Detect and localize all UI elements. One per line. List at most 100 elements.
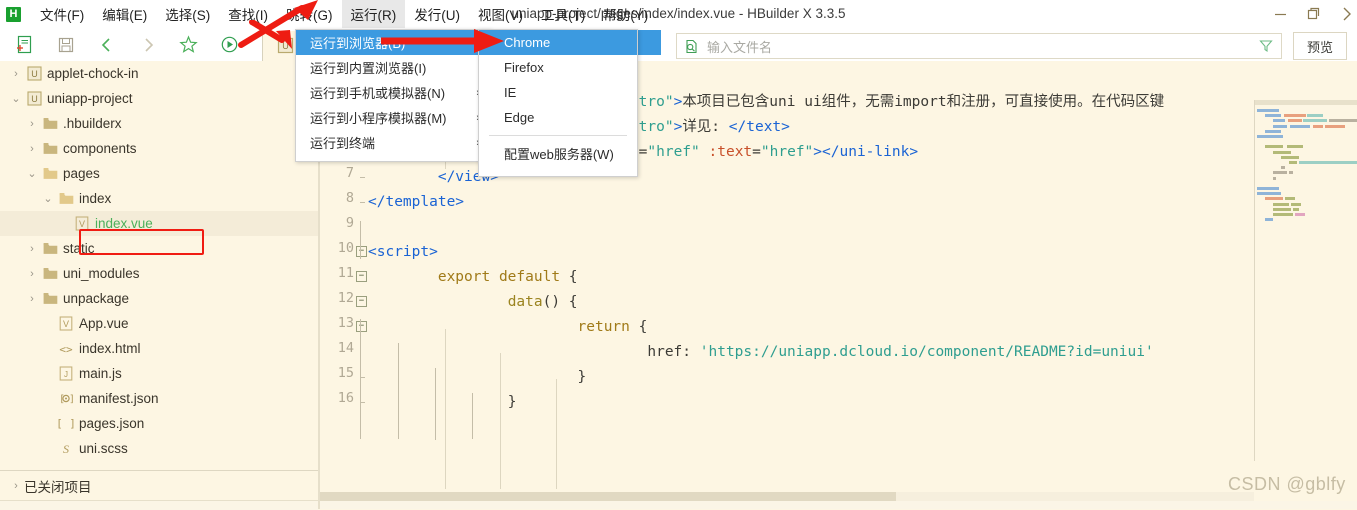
code-line[interactable]: </template> xyxy=(368,190,464,215)
minimap-line xyxy=(1290,124,1310,128)
chevron-down-icon[interactable]: ⌄ xyxy=(40,192,56,205)
browser-menu-item-1[interactable]: Firefox xyxy=(479,55,637,80)
menu-view[interactable]: 视图(V) xyxy=(469,0,532,28)
line-number: 12 xyxy=(337,290,354,306)
tree-item--hbuilderx[interactable]: › .hbuilderx xyxy=(0,111,318,136)
minimap-line xyxy=(1257,187,1279,190)
editor-scroll-thumb[interactable] xyxy=(320,492,896,501)
tree-item-components[interactable]: › components xyxy=(0,136,318,161)
star-icon[interactable] xyxy=(168,28,209,61)
close-icon[interactable] xyxy=(1331,0,1357,28)
code-minimap[interactable] xyxy=(1254,100,1357,461)
chevron-down-icon[interactable]: ⌄ xyxy=(24,167,40,180)
tree-item-main-js[interactable]: Jmain.js xyxy=(0,361,318,386)
tree-item-label: App.vue xyxy=(79,316,129,331)
fold-collapse-icon[interactable]: − xyxy=(356,296,367,307)
menu-edit[interactable]: 编辑(E) xyxy=(93,0,156,28)
code-line[interactable]: } xyxy=(368,365,587,390)
code-line[interactable]: export default { xyxy=(368,265,578,290)
chevron-down-icon[interactable]: ⌄ xyxy=(8,92,24,105)
chevron-right-icon[interactable]: › xyxy=(24,118,40,130)
run-menu-item-1[interactable]: 运行到内置浏览器(I) xyxy=(296,55,490,80)
tree-item-manifest-json[interactable]: [] manifest.json xyxy=(0,386,318,411)
menu-goto[interactable]: 跳转(G) xyxy=(277,0,342,28)
run-menu-item-3[interactable]: 运行到小程序模拟器(M)› xyxy=(296,105,490,130)
preview-button[interactable]: 预览 xyxy=(1293,32,1347,60)
menu-find[interactable]: 查找(I) xyxy=(219,0,277,28)
back-arrow-icon[interactable] xyxy=(86,28,127,61)
tree-item-label: uni_modules xyxy=(63,266,140,281)
svg-text:<>: <> xyxy=(59,343,73,356)
tree-item-label: applet-chock-in xyxy=(47,66,139,81)
code-token: > xyxy=(673,119,683,135)
svg-text:U: U xyxy=(282,41,289,51)
tree-item-index-vue[interactable]: Vindex.vue xyxy=(0,211,318,236)
browser-menu-item-4[interactable]: 配置web服务器(W) xyxy=(479,141,637,166)
tree-item-uni-modules[interactable]: › uni_modules xyxy=(0,261,318,286)
browser-menu-item-3[interactable]: Edge xyxy=(479,105,637,130)
code-token: <script> xyxy=(368,244,438,260)
run-icon[interactable] xyxy=(209,28,250,61)
new-file-icon[interactable] xyxy=(4,28,45,61)
closed-projects-row[interactable]: › 已关闭项目 xyxy=(0,470,318,501)
forward-arrow-icon[interactable] xyxy=(127,28,168,61)
run-menu-item-2[interactable]: 运行到手机或模拟器(N)› xyxy=(296,80,490,105)
folder-open-icon xyxy=(56,192,76,205)
maximize-icon[interactable] xyxy=(1297,0,1331,28)
tree-item-unpackage[interactable]: › unpackage xyxy=(0,286,318,311)
run-menu-item-4[interactable]: 运行到终端› xyxy=(296,130,490,155)
menu-help[interactable]: 帮助(Y) xyxy=(594,0,657,28)
run-to-browser-submenu[interactable]: Chrome Firefox IE Edge 配置web服务器(W) xyxy=(478,29,638,177)
chevron-right-icon[interactable]: › xyxy=(24,293,40,305)
menu-tools[interactable]: 工具(T) xyxy=(532,0,594,28)
tree-item-app-vue[interactable]: V App.vue xyxy=(0,311,318,336)
menu-file[interactable]: 文件(F) xyxy=(31,0,93,28)
code-token: data xyxy=(507,294,543,310)
tree-item-uniapp-project[interactable]: ⌄ Uuniapp-project xyxy=(0,86,318,111)
tree-item-index[interactable]: ⌄ index xyxy=(0,186,318,211)
browser-menu-item-0[interactable]: Chrome xyxy=(479,30,637,55)
code-line[interactable]: <script> xyxy=(368,240,438,265)
minimize-icon[interactable] xyxy=(1263,0,1297,28)
run-menu-dropdown[interactable]: 运行到浏览器(B)›运行到内置浏览器(I)运行到手机或模拟器(N)›运行到小程序… xyxy=(295,29,661,162)
menu-publish[interactable]: 发行(U) xyxy=(405,0,469,28)
minimap-line xyxy=(1273,171,1287,175)
code-line[interactable]: data() { xyxy=(368,290,578,315)
filter-icon[interactable] xyxy=(1259,39,1273,56)
tree-item-pages-json[interactable]: [ ] pages.json xyxy=(0,411,318,436)
chevron-right-icon[interactable]: › xyxy=(8,68,24,80)
tree-item-uni-scss[interactable]: Suni.scss xyxy=(0,436,318,461)
code-line[interactable]: return { xyxy=(368,315,648,340)
fold-collapse-icon[interactable]: − xyxy=(356,246,367,257)
tree-item-index-html[interactable]: <> index.html xyxy=(0,336,318,361)
minimap-line xyxy=(1265,145,1283,149)
code-token: > xyxy=(673,94,683,110)
tree-item-label: index.vue xyxy=(95,216,153,231)
file-search-box[interactable]: 输入文件名 xyxy=(676,33,1282,59)
fold-collapse-icon[interactable]: − xyxy=(356,271,367,282)
tree-item-static[interactable]: › static xyxy=(0,236,318,261)
tree-item-pages[interactable]: ⌄ pages xyxy=(0,161,318,186)
chevron-right-icon[interactable]: › xyxy=(24,143,40,155)
fold-collapse-icon[interactable]: − xyxy=(356,321,367,332)
project-tree-panel[interactable]: › Uapplet-chock-in ⌄ Uuniapp-project › .hbuil… xyxy=(0,61,318,470)
menu-run[interactable]: 运行(R) xyxy=(341,0,406,28)
line-number: 9 xyxy=(345,215,354,231)
browser-menu-item-2[interactable]: IE xyxy=(479,80,637,105)
search-input[interactable]: 输入文件名 xyxy=(707,37,772,56)
minimap-line xyxy=(1265,197,1283,201)
closed-projects-twisty-icon[interactable]: › xyxy=(8,480,24,492)
code-token: </text> xyxy=(728,119,790,135)
code-line[interactable]: href: 'https://uniapp.dcloud.io/componen… xyxy=(368,340,1153,365)
svg-text:V: V xyxy=(79,219,85,229)
chevron-right-icon[interactable]: › xyxy=(24,268,40,280)
indent-guide xyxy=(445,329,446,489)
save-icon[interactable] xyxy=(45,28,86,61)
tree-item-applet-chock-in[interactable]: › Uapplet-chock-in xyxy=(0,61,318,86)
code-line[interactable]: } xyxy=(368,390,517,415)
menu-select[interactable]: 选择(S) xyxy=(156,0,219,28)
chevron-right-icon[interactable]: › xyxy=(24,243,40,255)
svg-text:U: U xyxy=(31,94,38,104)
svg-text:U: U xyxy=(31,69,38,79)
